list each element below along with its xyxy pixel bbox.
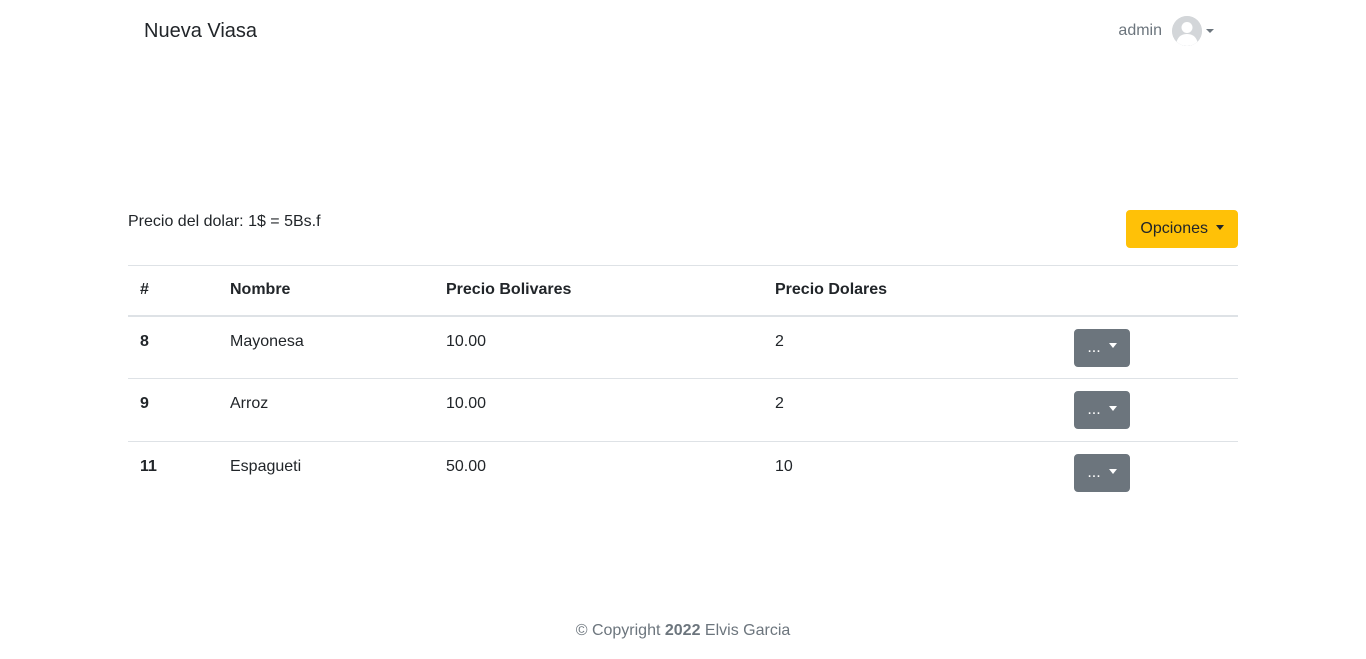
row-precio-dolares: 2	[763, 378, 1062, 442]
caret-down-icon	[1216, 224, 1224, 230]
column-header-precio-bolivares: Precio Bolivares	[434, 265, 763, 317]
caret-down-icon	[1108, 468, 1117, 474]
row-actions-label: ...	[1087, 338, 1101, 356]
page-footer: © Copyright 2022 Elvis Garcia	[0, 622, 1366, 640]
column-header-precio-dolares: Precio Dolares	[763, 265, 1062, 317]
table-row: 8 Mayonesa 10.00 2 ...	[128, 316, 1238, 379]
row-actions-dropdown-button[interactable]: ...	[1074, 391, 1130, 429]
row-nombre: Mayonesa	[230, 332, 304, 350]
row-actions-dropdown-button[interactable]: ...	[1074, 454, 1130, 492]
row-actions-dropdown-button[interactable]: ...	[1074, 328, 1130, 367]
column-header-actions	[1062, 265, 1238, 317]
row-precio-bolivares: 10.00	[446, 332, 487, 350]
row-nombre: Espagueti	[218, 441, 434, 505]
table-row: 11 Espagueti 50.00 10 ...	[128, 441, 1238, 505]
row-actions-cell: ...	[1062, 316, 1238, 379]
column-header-nombre: Nombre	[218, 265, 434, 317]
top-navbar: Nueva Viasa admin	[0, 0, 1366, 62]
caret-down-icon	[1108, 343, 1117, 348]
row-precio-dolares: 2	[775, 332, 784, 350]
dollar-rate-text: Precio del dolar: 1$ = 5Bs.f	[128, 213, 321, 230]
row-id: 11	[128, 441, 218, 505]
products-table: # Nombre Precio Bolivares Precio Dolares…	[128, 265, 1238, 505]
row-id: 9	[128, 378, 218, 442]
row-nombre: Arroz	[218, 378, 434, 442]
user-name: admin	[1118, 22, 1162, 39]
user-menu-toggle[interactable]: admin	[1118, 15, 1214, 47]
row-id: 8	[140, 332, 149, 350]
column-header-id: #	[128, 265, 218, 317]
row-actions-cell: ...	[1062, 378, 1238, 442]
row-precio-bolivares: 10.00	[434, 378, 763, 442]
options-button-label: Opciones	[1140, 220, 1208, 237]
copyright-author: Elvis Garcia	[704, 622, 791, 639]
caret-down-icon	[1108, 405, 1117, 411]
row-actions-label: ...	[1087, 401, 1101, 418]
brand-link[interactable]: Nueva Viasa	[144, 19, 257, 43]
copyright-year: 2022	[664, 622, 701, 639]
user-avatar-icon	[1172, 16, 1202, 46]
table-row: 9 Arroz 10.00 2 ...	[128, 378, 1238, 442]
chevron-down-icon	[1206, 29, 1214, 33]
table-header-row: # Nombre Precio Bolivares Precio Dolares	[128, 265, 1238, 317]
row-precio-dolares: 10	[763, 441, 1062, 505]
row-actions-cell: ...	[1062, 441, 1238, 505]
row-actions-label: ...	[1087, 464, 1101, 481]
row-precio-bolivares: 50.00	[434, 441, 763, 505]
options-dropdown-button[interactable]: Opciones	[1126, 210, 1238, 248]
copyright-prefix: © Copyright	[575, 622, 661, 639]
